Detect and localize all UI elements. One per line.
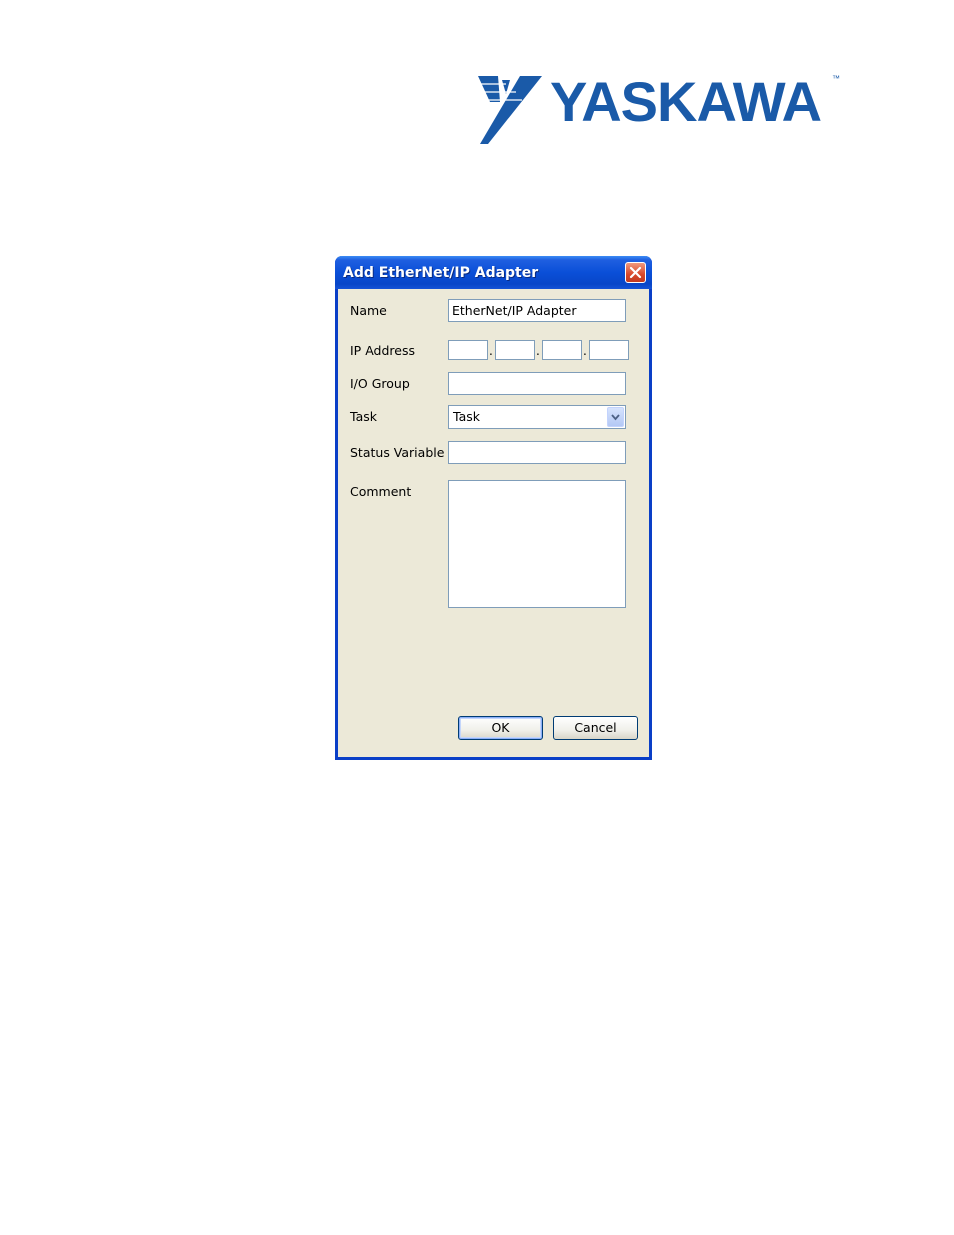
ip-octet-1-input[interactable]	[448, 340, 488, 360]
ip-separator: .	[536, 344, 540, 358]
task-label: Task	[350, 409, 377, 424]
task-dropdown-button[interactable]	[607, 407, 624, 427]
ip-address-label: IP Address	[350, 343, 415, 358]
task-select[interactable]: Task	[448, 405, 626, 429]
trademark-mark: ™	[832, 74, 840, 83]
ip-octet-4-input[interactable]	[589, 340, 629, 360]
io-group-input[interactable]	[448, 372, 626, 395]
ip-separator: .	[583, 344, 587, 358]
add-ethernet-ip-adapter-dialog: Add EtherNet/IP Adapter Name IP Address …	[335, 256, 652, 760]
dialog-title: Add EtherNet/IP Adapter	[343, 265, 539, 281]
name-input[interactable]	[448, 299, 626, 322]
status-variable-label: Status Variable	[350, 445, 445, 460]
chevron-down-icon	[611, 414, 620, 421]
yaskawa-logo: YASKAWA ™	[476, 72, 846, 146]
comment-textarea[interactable]	[448, 480, 626, 608]
dialog-titlebar[interactable]: Add EtherNet/IP Adapter	[335, 256, 652, 289]
ip-octet-3-input[interactable]	[542, 340, 582, 360]
yaskawa-logo-icon	[478, 76, 542, 144]
close-icon	[629, 266, 642, 279]
ip-separator: .	[489, 344, 493, 358]
io-group-label: I/O Group	[350, 376, 410, 391]
name-label: Name	[350, 303, 387, 318]
status-variable-input[interactable]	[448, 441, 626, 464]
task-selected-value: Task	[453, 409, 480, 424]
logo-wordmark: YASKAWA	[550, 70, 822, 133]
comment-label: Comment	[350, 484, 412, 499]
ip-octet-2-input[interactable]	[495, 340, 535, 360]
cancel-button[interactable]: Cancel	[553, 716, 638, 740]
close-button[interactable]	[625, 262, 646, 283]
ok-button[interactable]: OK	[458, 716, 543, 740]
